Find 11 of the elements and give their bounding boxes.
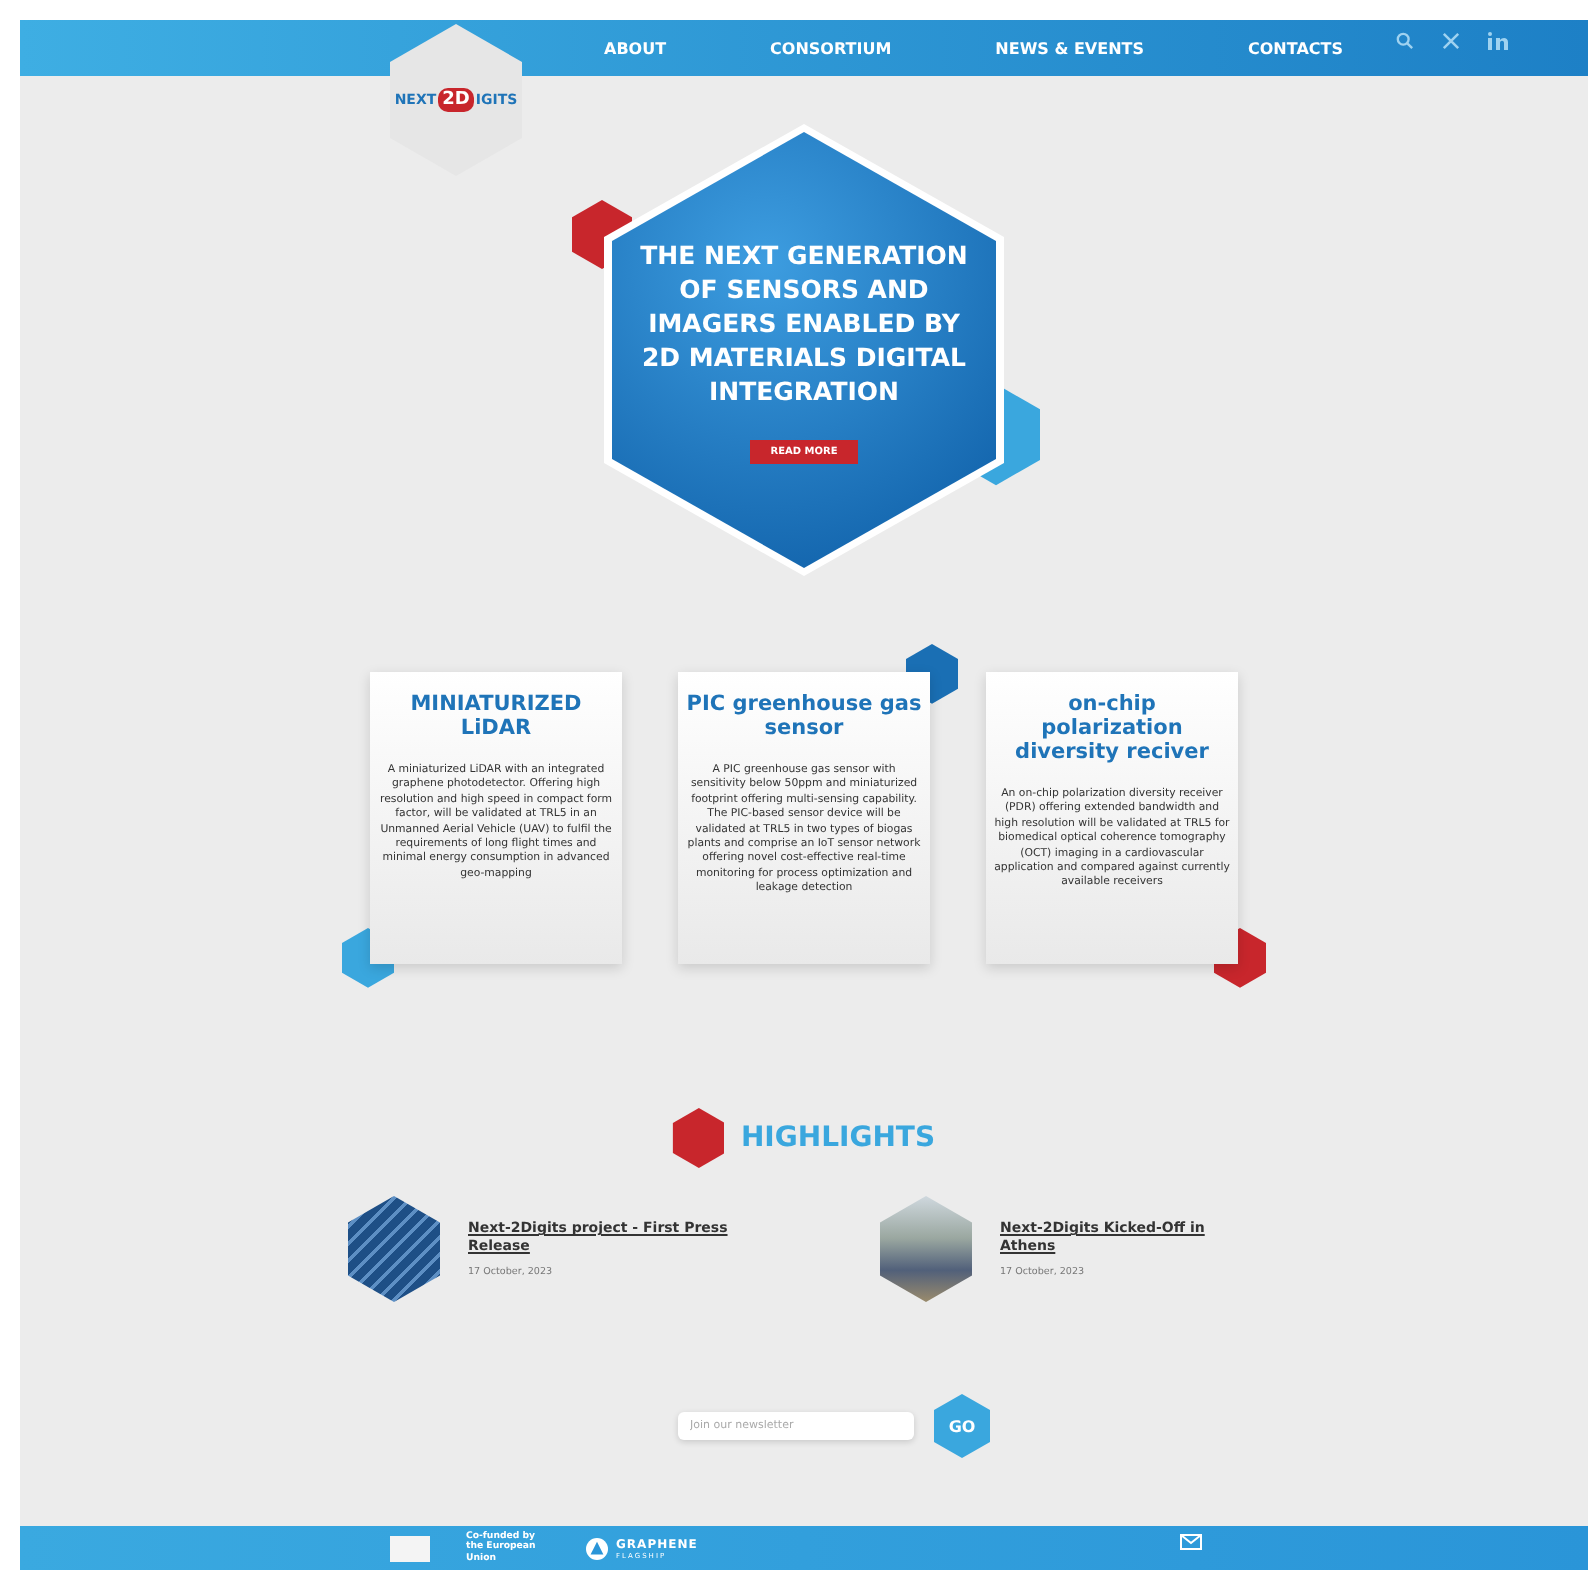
card-title: on-chip polarization diversity reciver bbox=[1013, 692, 1211, 764]
nav-link[interactable]: ABOUT bbox=[604, 39, 667, 57]
card-title: MINIATURIZED LiDAR bbox=[408, 692, 584, 740]
logo-mark: 2D bbox=[438, 88, 474, 112]
section-title: HIGHLIGHTS bbox=[740, 1122, 936, 1154]
nav-link[interactable]: NEWS & EVENTS bbox=[995, 39, 1144, 57]
card-title: PIC greenhouse gas sensor bbox=[686, 692, 922, 740]
go-button[interactable]: GO bbox=[934, 1394, 990, 1458]
nav-link[interactable]: CONTACTS bbox=[1248, 39, 1343, 57]
nav-link[interactable]: CONSORTIUM bbox=[770, 39, 892, 57]
hero-title: THE NEXT GENERATION OF SENSORS AND IMAGERS ENABLED BY 2D MATERIALS DIGITAL INTEGRATION bbox=[638, 237, 970, 407]
